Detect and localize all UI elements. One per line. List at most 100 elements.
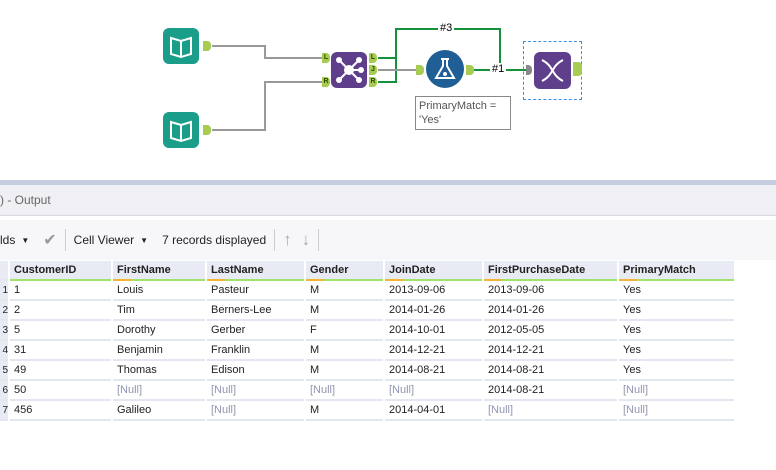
input-data-tool-2[interactable]: [163, 112, 199, 148]
filter-input-anchor[interactable]: [416, 65, 424, 75]
table-cell[interactable]: Pasteur: [207, 281, 304, 301]
table-cell[interactable]: Thomas: [113, 361, 205, 381]
table-row[interactable]: 7 456 Galileo [Null] M 2014-04-01 [Null] [Null]: [0, 401, 734, 421]
records-count: 7 records displayed: [162, 233, 267, 247]
table-cell[interactable]: [Null]: [113, 381, 205, 401]
table-cell[interactable]: Tim: [113, 301, 205, 321]
table-cell[interactable]: Franklin: [207, 341, 304, 361]
table-cell[interactable]: 2014-08-21: [484, 381, 617, 401]
table-cell[interactable]: 2013-09-06: [385, 281, 482, 301]
table-cell[interactable]: 49: [10, 361, 111, 381]
table-row[interactable]: 4 31 Benjamin Franklin M 2014-12-21 2014-12-21…: [0, 341, 734, 361]
column-header[interactable]: Gender: [306, 261, 383, 281]
column-type-marker: [113, 279, 131, 281]
table-cell[interactable]: Dorothy: [113, 321, 205, 341]
table-cell[interactable]: Yes: [619, 281, 734, 301]
column-header[interactable]: JoinDate: [385, 261, 482, 281]
chevron-down-icon: ▼: [140, 235, 149, 245]
table-cell[interactable]: 50: [10, 381, 111, 401]
dna-tool[interactable]: [534, 52, 571, 89]
table-cell[interactable]: Yes: [619, 361, 734, 381]
table-cell[interactable]: M: [306, 281, 383, 301]
table-cell[interactable]: 2014-04-01: [385, 401, 482, 421]
table-cell[interactable]: [Null]: [207, 381, 304, 401]
table-cell[interactable]: 2013-09-06: [484, 281, 617, 301]
table-cell[interactable]: 2014-01-26: [385, 301, 482, 321]
table-row[interactable]: 5 49 Thomas Edison M 2014-08-21 2014-08-21 Yes: [0, 361, 734, 381]
table-cell[interactable]: M: [306, 361, 383, 381]
output-anchor[interactable]: [203, 125, 211, 135]
cell-viewer-dropdown[interactable]: Cell Viewer ▼: [74, 220, 156, 260]
table-cell[interactable]: Benjamin: [113, 341, 205, 361]
cell-viewer-label: Cell Viewer: [73, 233, 135, 247]
input-data-tool-1[interactable]: [163, 28, 199, 64]
fields-dropdown[interactable]: lds ▼: [0, 220, 37, 260]
table-cell[interactable]: Berners-Lee: [207, 301, 304, 321]
table-cell[interactable]: 2014-01-26: [484, 301, 617, 321]
table-cell[interactable]: Louis: [113, 281, 205, 301]
row-number: 1: [0, 281, 8, 301]
union-input-anchor[interactable]: [526, 65, 532, 75]
column-header[interactable]: PrimaryMatch: [619, 261, 734, 281]
table-cell[interactable]: 2: [10, 301, 111, 321]
join-left-input-anchor[interactable]: L: [322, 53, 330, 63]
book-icon: [170, 120, 192, 143]
table-cell[interactable]: Yes: [619, 341, 734, 361]
table-cell[interactable]: M: [306, 341, 383, 361]
table-cell[interactable]: 2014-10-01: [385, 321, 482, 341]
dna-output-anchor[interactable]: [573, 62, 582, 76]
column-header-label: LastName: [211, 264, 264, 276]
column-type-marker: [484, 279, 502, 281]
table-header-row: CustomerID FirstName LastName Gender JoinDat…: [0, 261, 734, 281]
column-header[interactable]: FirstName: [113, 261, 205, 281]
filter-true-output-anchor[interactable]: [466, 65, 474, 75]
join-right-output-anchor[interactable]: R: [369, 77, 377, 87]
table-cell[interactable]: F: [306, 321, 383, 341]
table-cell[interactable]: 2014-08-21: [484, 361, 617, 381]
table-cell[interactable]: [Null]: [207, 401, 304, 421]
wire-label-1: #1: [490, 63, 507, 75]
output-anchor[interactable]: [203, 41, 211, 51]
table-cell[interactable]: [Null]: [385, 381, 482, 401]
table-cell[interactable]: [Null]: [306, 381, 383, 401]
table-cell[interactable]: 2012-05-05: [484, 321, 617, 341]
table-cell[interactable]: Yes: [619, 321, 734, 341]
table-cell[interactable]: [Null]: [484, 401, 617, 421]
column-type-marker: [385, 279, 403, 281]
arrow-down-icon[interactable]: ↓: [302, 230, 311, 250]
table-cell[interactable]: Galileo: [113, 401, 205, 421]
filter-tool[interactable]: [426, 50, 464, 88]
arrow-up-icon[interactable]: ↑: [283, 230, 292, 250]
table-cell[interactable]: 31: [10, 341, 111, 361]
column-type-marker: [306, 279, 324, 281]
column-header[interactable]: LastName: [207, 261, 304, 281]
table-row[interactable]: 1 1 Louis Pasteur M 2013-09-06 2013-09-06 Yes: [0, 281, 734, 301]
workflow-canvas[interactable]: #3 #1 L R L J R PrimaryMatch = 'Yes': [0, 0, 776, 180]
table-row[interactable]: 3 5 Dorothy Gerber F 2014-10-01 2012-05-05 Yes: [0, 321, 734, 341]
join-tool[interactable]: [331, 52, 367, 88]
table-cell[interactable]: Edison: [207, 361, 304, 381]
join-join-output-anchor[interactable]: J: [369, 65, 377, 75]
table-cell[interactable]: Yes: [619, 301, 734, 321]
table-cell[interactable]: M: [306, 401, 383, 421]
row-number: 6: [0, 381, 8, 401]
table-cell[interactable]: 5: [10, 321, 111, 341]
table-cell[interactable]: 2014-12-21: [484, 341, 617, 361]
table-row[interactable]: 6 50 [Null] [Null] [Null] [Null] 2014-08-21 [Nu…: [0, 381, 734, 401]
table-cell[interactable]: M: [306, 301, 383, 321]
column-header[interactable]: CustomerID: [10, 261, 111, 281]
column-header[interactable]: FirstPurchaseDate: [484, 261, 617, 281]
table-cell[interactable]: 456: [10, 401, 111, 421]
table-cell[interactable]: [Null]: [619, 401, 734, 421]
table-cell[interactable]: Gerber: [207, 321, 304, 341]
table-cell[interactable]: 2014-12-21: [385, 341, 482, 361]
join-left-output-anchor[interactable]: L: [369, 53, 377, 63]
join-right-input-anchor[interactable]: R: [322, 77, 330, 87]
table-row[interactable]: 2 2 Tim Berners-Lee M 2014-01-26 2014-01-26 Yes: [0, 301, 734, 321]
chevron-down-icon: ▼: [21, 235, 30, 245]
table-cell[interactable]: [Null]: [619, 381, 734, 401]
filter-annotation: PrimaryMatch = 'Yes': [415, 96, 511, 130]
table-cell[interactable]: 1: [10, 281, 111, 301]
check-icon[interactable]: ✔: [43, 230, 56, 250]
table-cell[interactable]: 2014-08-21: [385, 361, 482, 381]
